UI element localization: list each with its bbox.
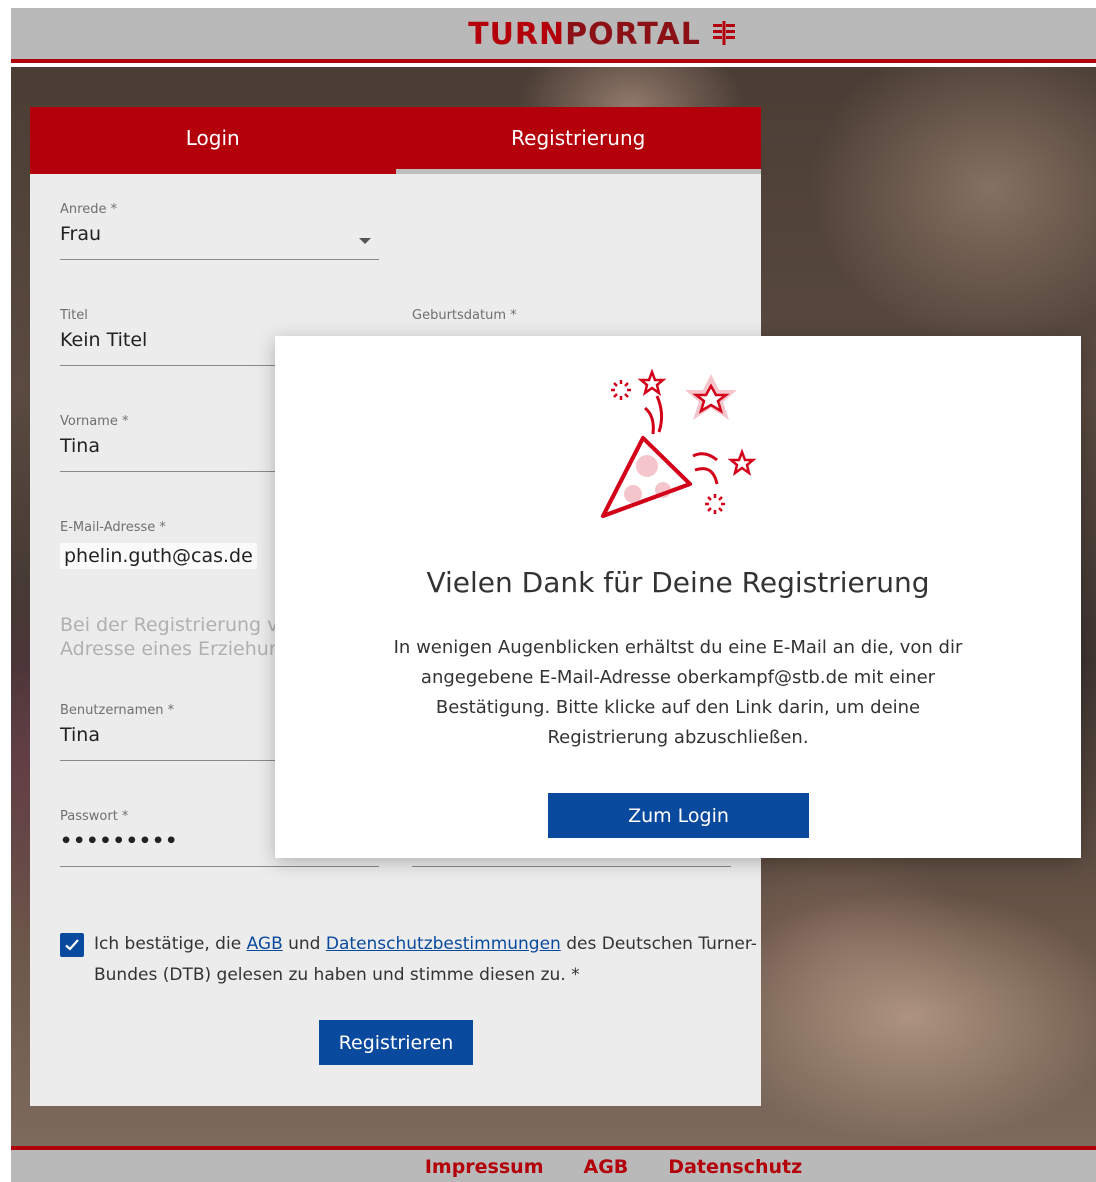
tab-login-label: Login [185, 126, 240, 150]
email-value: phelin.guth@cas.de [60, 543, 257, 569]
site-header: TURNPORTAL [11, 8, 1096, 63]
brand-part-turn: TURN [468, 16, 566, 52]
salutation-value: Frau [60, 223, 102, 245]
to-login-button[interactable]: Zum Login [548, 793, 809, 838]
brand-part-portal: PORTAL [565, 16, 701, 52]
consent-checkbox[interactable] [60, 933, 84, 957]
tab-login[interactable]: Login [30, 107, 396, 174]
salutation-label: Anrede * [60, 202, 118, 217]
brand-logo[interactable]: TURNPORTAL [468, 16, 737, 52]
tab-registrierung[interactable]: Registrierung [395, 107, 762, 174]
site-footer: Impressum AGB Datenschutz [11, 1146, 1096, 1182]
checkmark-icon [65, 939, 79, 951]
chevron-down-icon [359, 238, 371, 244]
success-modal: Vielen Dank für Deine Registrierung In w… [275, 336, 1081, 858]
tab-registrierung-label: Registrierung [511, 126, 646, 150]
modal-body: In wenigen Augenblicken erhältst du eine… [393, 637, 963, 748]
salutation-select[interactable]: Anrede * Frau [60, 202, 379, 262]
consent-text: Ich bestätige, die AGB und Datenschutzbe… [94, 934, 757, 985]
footer-link-impressum[interactable]: Impressum [425, 1156, 544, 1178]
auth-tabs: Login Registrierung [30, 107, 762, 174]
dtb-logo-icon [711, 20, 737, 50]
consent-row: Ich bestätige, die AGB und Datenschutzbe… [60, 929, 760, 991]
agb-link[interactable]: AGB [247, 934, 283, 954]
title-label: Titel [60, 308, 88, 323]
party-popper-icon [595, 366, 765, 526]
footer-link-agb[interactable]: AGB [584, 1156, 629, 1178]
birthdate-label: Geburtsdatum * [412, 308, 517, 323]
register-button[interactable]: Registrieren [319, 1020, 473, 1065]
modal-title: Vielen Dank für Deine Registrierung [426, 566, 930, 599]
privacy-link[interactable]: Datenschutzbestimmungen [326, 934, 561, 954]
footer-link-datenschutz[interactable]: Datenschutz [668, 1156, 802, 1178]
